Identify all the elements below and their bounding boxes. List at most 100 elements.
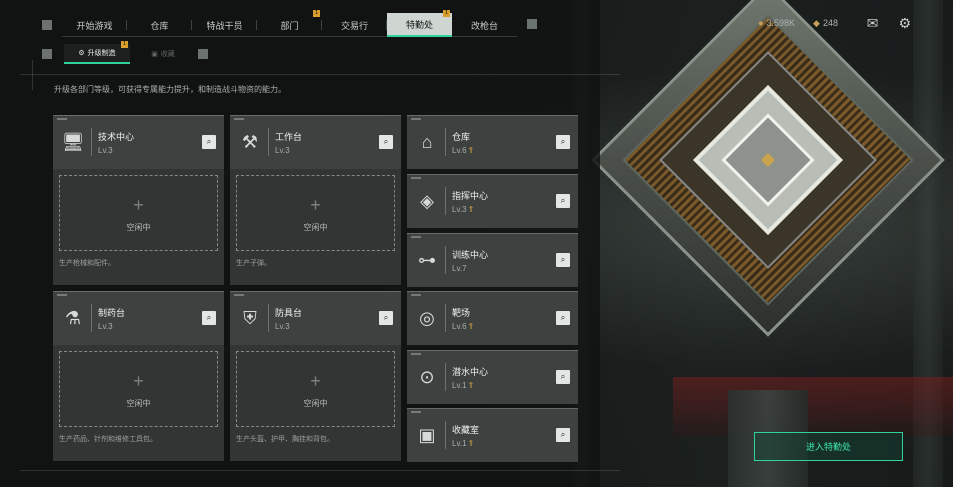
mail-icon[interactable]: ✉ bbox=[867, 15, 879, 32]
tab-warehouse[interactable]: 仓库 bbox=[127, 13, 192, 37]
tab-trading[interactable]: 交易行 bbox=[322, 13, 387, 37]
production-card-workbench[interactable]: ⚒ 工作台 Lv.3 ⌕ + 空闲中 生产子弹。 bbox=[230, 115, 401, 285]
facility-card-training-center[interactable]: ⊶ 训练中心 Lv.7 ⌕ bbox=[407, 233, 578, 287]
card-name: 防具台 bbox=[275, 308, 303, 318]
plus-icon: + bbox=[133, 371, 144, 391]
card-level: Lv.3⇑ bbox=[452, 205, 475, 214]
card-name: 收藏室 bbox=[452, 425, 480, 435]
main-tabs: 开始游戏 仓库 特战干员 部门 1 交易行 特勤处 1 改枪台 bbox=[62, 10, 517, 37]
upgrade-arrow-icon: ⇑ bbox=[467, 205, 475, 214]
target-icon: ◎ bbox=[419, 308, 435, 328]
subtab-upgrade-craft[interactable]: ⚙ 升级制造 1 bbox=[64, 41, 130, 64]
gear-icon[interactable]: ⚙ bbox=[898, 15, 911, 32]
enter-special-ops-button[interactable]: 进入特勤处 bbox=[754, 432, 903, 461]
facility-card-warehouse[interactable]: ⌂ 仓库 Lv.6⇑ ⌕ bbox=[407, 115, 578, 169]
card-level: Lv.3 bbox=[98, 322, 113, 331]
card-level: Lv.6⇑ bbox=[452, 322, 475, 331]
card-level: Lv.3 bbox=[275, 322, 290, 331]
warehouse-icon: ⌂ bbox=[421, 132, 433, 152]
search-icon[interactable]: ⌕ bbox=[556, 194, 570, 208]
card-name: 指挥中心 bbox=[452, 191, 489, 201]
search-icon[interactable]: ⌕ bbox=[556, 370, 570, 384]
search-icon[interactable]: ⌕ bbox=[202, 311, 216, 325]
card-name: 工作台 bbox=[275, 132, 303, 142]
plus-icon: + bbox=[310, 371, 321, 391]
token-display[interactable]: ◆ 248 bbox=[813, 18, 838, 29]
computer-icon: 🖥 bbox=[61, 132, 85, 152]
collection-icon: ▣ bbox=[418, 425, 436, 445]
craft-slot[interactable]: + 空闲中 bbox=[59, 351, 218, 427]
facility-card-collection-room[interactable]: ▣ 收藏室 Lv.1⇑ ⌕ bbox=[407, 408, 578, 462]
notification-badge: 1 bbox=[443, 10, 450, 17]
divider bbox=[20, 470, 620, 471]
token-icon: ◆ bbox=[813, 18, 820, 28]
search-icon[interactable]: ⌕ bbox=[556, 311, 570, 325]
top-icons: ✉ ⚙ bbox=[867, 15, 911, 32]
tab-departments[interactable]: 部门 1 bbox=[257, 10, 322, 37]
red-glow bbox=[673, 377, 953, 437]
nav-prev-icon[interactable] bbox=[42, 20, 52, 30]
sub-nav: ⚙ 升级制造 1 ▣ 收藏 bbox=[40, 41, 210, 64]
search-icon[interactable]: ⌕ bbox=[556, 428, 570, 442]
idle-label: 空闲中 bbox=[126, 399, 151, 408]
coin-icon: ● bbox=[758, 18, 764, 28]
card-level: Lv.3 bbox=[98, 146, 113, 155]
card-name: 仓库 bbox=[452, 132, 471, 142]
craft-slot[interactable]: + 空闲中 bbox=[59, 175, 218, 251]
card-name: 技术中心 bbox=[98, 132, 135, 142]
production-card-tech-center[interactable]: 🖥 技术中心 Lv.3 ⌕ + 空闲中 生产枪械和配件。 bbox=[53, 115, 224, 285]
facility-card-diving-center[interactable]: ⊙ 潜水中心 Lv.1⇑ ⌕ bbox=[407, 350, 578, 404]
card-description: 生产枪械和配件。 bbox=[59, 260, 115, 267]
subtab-collection[interactable]: ▣ 收藏 bbox=[130, 44, 196, 64]
microscope-icon: ⚗ bbox=[64, 308, 82, 328]
upgrade-arrow-icon: ⇑ bbox=[467, 381, 475, 390]
search-icon[interactable]: ⌕ bbox=[379, 135, 393, 149]
dumbbell-icon: ⊶ bbox=[418, 250, 436, 270]
card-description: 生产子弹。 bbox=[236, 260, 271, 267]
tab-special-ops[interactable]: 特勤处 1 bbox=[387, 10, 452, 37]
search-icon[interactable]: ⌕ bbox=[556, 253, 570, 267]
idle-label: 空闲中 bbox=[303, 399, 328, 408]
central-cube bbox=[591, 0, 945, 337]
plus-icon: + bbox=[133, 195, 144, 215]
subnav-next-icon[interactable] bbox=[198, 49, 208, 59]
craft-slot[interactable]: + 空闲中 bbox=[236, 175, 395, 251]
idle-label: 空闲中 bbox=[126, 223, 151, 232]
wrench-icon: ⚙ bbox=[78, 50, 85, 57]
page-description: 升级各部门等级，可获得专属能力提升，和制造战斗物资的能力。 bbox=[54, 85, 286, 94]
upgrade-arrow-icon: ⇑ bbox=[467, 322, 475, 331]
plus-icon: + bbox=[310, 195, 321, 215]
command-icon: ◈ bbox=[420, 191, 434, 211]
card-description: 生产头盔、护甲、胸挂和背包。 bbox=[236, 436, 334, 443]
nav-next-icon[interactable] bbox=[527, 19, 537, 29]
card-description: 生产药品、针剂和维修工具包。 bbox=[59, 436, 157, 443]
search-icon[interactable]: ⌕ bbox=[202, 135, 216, 149]
craft-slot[interactable]: + 空闲中 bbox=[236, 351, 395, 427]
card-name: 潜水中心 bbox=[452, 367, 489, 377]
tab-gunsmith[interactable]: 改枪台 bbox=[452, 13, 517, 37]
tab-start-game[interactable]: 开始游戏 bbox=[62, 13, 127, 37]
facility-card-shooting-range[interactable]: ◎ 靶场 Lv.6⇑ ⌕ bbox=[407, 291, 578, 345]
card-name: 训练中心 bbox=[452, 250, 489, 260]
card-name: 靶场 bbox=[452, 308, 471, 318]
subnav-prev-icon[interactable] bbox=[42, 49, 52, 59]
notification-badge: 1 bbox=[313, 10, 320, 17]
card-level: Lv.7 bbox=[452, 264, 467, 273]
collection-tab-icon: ▣ bbox=[151, 51, 158, 58]
search-icon[interactable]: ⌕ bbox=[556, 135, 570, 149]
divider bbox=[20, 74, 620, 75]
divider bbox=[32, 60, 33, 90]
upgrade-arrow-icon: ⇑ bbox=[467, 146, 475, 155]
card-level: Lv.1⇑ bbox=[452, 381, 475, 390]
money-display[interactable]: ● 3.598K bbox=[758, 18, 795, 29]
facility-card-command-center[interactable]: ◈ 指挥中心 Lv.3⇑ ⌕ bbox=[407, 174, 578, 228]
card-level: Lv.1⇑ bbox=[452, 439, 475, 448]
production-card-pharmacy[interactable]: ⚗ 制药台 Lv.3 ⌕ + 空闲中 生产药品、针剂和维修工具包。 bbox=[53, 291, 224, 461]
card-level: Lv.6⇑ bbox=[452, 146, 475, 155]
tab-operators[interactable]: 特战干员 bbox=[192, 13, 257, 37]
idle-label: 空闲中 bbox=[303, 223, 328, 232]
tools-icon: ⚒ bbox=[241, 132, 259, 152]
production-card-armor-bench[interactable]: ⛨ 防具台 Lv.3 ⌕ + 空闲中 生产头盔、护甲、胸挂和背包。 bbox=[230, 291, 401, 461]
currency-bar: ● 3.598K ◆ 248 bbox=[758, 18, 838, 29]
search-icon[interactable]: ⌕ bbox=[379, 311, 393, 325]
